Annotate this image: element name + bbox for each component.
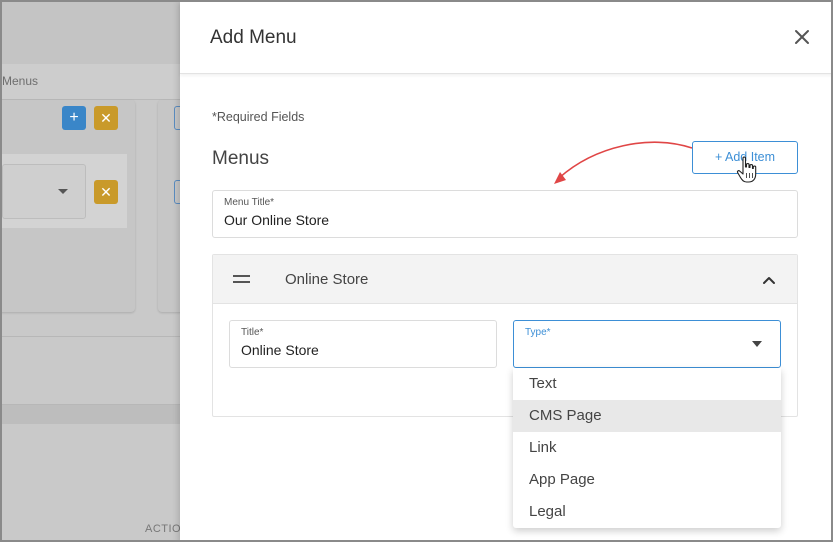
bg-add-button: + — [62, 106, 86, 130]
menu-title-label: Menu Title* — [224, 197, 275, 208]
item-title-label: Title* — [241, 327, 264, 338]
bg-topbar — [2, 2, 180, 64]
bg-select-caret-icon — [58, 189, 68, 194]
menu-item-panel-header[interactable]: Online Store — [213, 255, 797, 304]
bg-footer-text: ACTIO — [145, 523, 180, 535]
caret-down-icon[interactable] — [752, 341, 762, 347]
bg-breadcrumb-label: Menus — [2, 74, 39, 88]
annotation-arrow-icon — [554, 141, 693, 184]
item-title-field[interactable]: Title* Online Store — [229, 320, 497, 368]
menu-title-field[interactable]: Menu Title* Our Online Store — [212, 190, 798, 238]
item-type-label: Type* — [525, 327, 551, 338]
close-icon[interactable] — [792, 27, 812, 47]
background-page: Menus + ✕ ✕ ACTIO — [2, 2, 180, 540]
drag-handle-icon[interactable] — [233, 275, 250, 284]
required-fields-note: *Required Fields — [212, 110, 305, 124]
type-option-link[interactable]: Link — [513, 432, 781, 464]
bg-breadcrumb: Menus — [2, 64, 180, 100]
bg-remove-button: ✕ — [94, 106, 118, 130]
bg-remove-item-button: ✕ — [94, 180, 118, 204]
type-dropdown-menu: Text CMS Page Link App Page Legal — [513, 368, 781, 528]
bg-select — [2, 164, 86, 219]
menu-item-panel-title: Online Store — [285, 271, 369, 288]
type-option-legal[interactable]: Legal — [513, 496, 781, 528]
drawer-title: Add Menu — [210, 27, 297, 48]
app-frame: Menus + ✕ ✕ ACTIO Add Menu *Required Fie… — [0, 0, 833, 542]
chevron-up-icon[interactable] — [761, 272, 777, 288]
section-title: Menus — [212, 148, 270, 169]
hand-pointer-cursor-icon — [736, 156, 757, 183]
item-type-select[interactable]: Type* — [513, 320, 781, 368]
bg-divider — [2, 336, 180, 337]
type-option-cms-page[interactable]: CMS Page — [513, 400, 781, 432]
type-option-text[interactable]: Text — [513, 368, 781, 400]
bg-lower-band — [2, 404, 180, 424]
bg-divider-2 — [2, 404, 180, 405]
add-menu-drawer: Add Menu *Required Fields Menus + Add It… — [180, 2, 831, 540]
drawer-header: Add Menu — [180, 2, 831, 74]
item-title-value: Online Store — [241, 342, 319, 358]
type-option-app-page[interactable]: App Page — [513, 464, 781, 496]
menu-title-value: Our Online Store — [224, 212, 330, 228]
bg-menu-card-2 — [158, 100, 180, 312]
